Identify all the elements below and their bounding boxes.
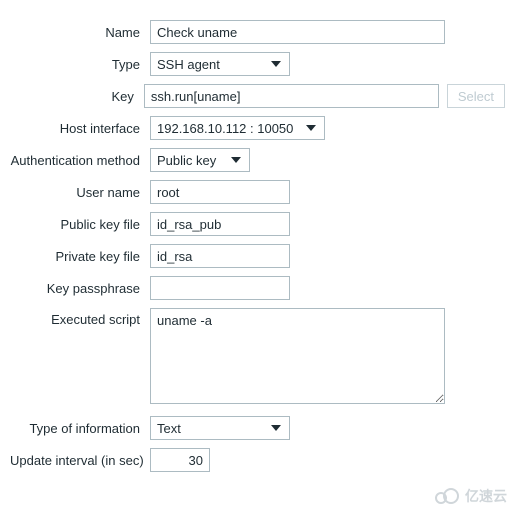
executed-script-label: Executed script <box>10 308 150 327</box>
name-input[interactable] <box>150 20 445 44</box>
pub-key-file-label: Public key file <box>10 217 150 232</box>
user-name-input[interactable] <box>150 180 290 204</box>
update-interval-input[interactable] <box>150 448 210 472</box>
select-button[interactable]: Select <box>447 84 505 108</box>
update-interval-label: Update interval (in sec) <box>10 453 150 468</box>
auth-method-label: Authentication method <box>10 153 150 168</box>
pub-key-file-input[interactable] <box>150 212 290 236</box>
user-name-label: User name <box>10 185 150 200</box>
host-interface-select[interactable]: 192.168.10.112 : 10050 <box>150 116 325 140</box>
key-passphrase-label: Key passphrase <box>10 281 150 296</box>
host-interface-label: Host interface <box>10 121 150 136</box>
type-of-info-label: Type of information <box>10 421 150 436</box>
cloud-icon <box>433 487 461 505</box>
key-passphrase-input[interactable] <box>150 276 290 300</box>
priv-key-file-input[interactable] <box>150 244 290 268</box>
key-input[interactable] <box>144 84 439 108</box>
type-of-info-select[interactable]: Text <box>150 416 290 440</box>
auth-method-select[interactable]: Public key <box>150 148 250 172</box>
name-label: Name <box>10 25 150 40</box>
executed-script-textarea[interactable] <box>150 308 445 404</box>
type-label: Type <box>10 57 150 72</box>
watermark: 亿速云 <box>433 486 507 506</box>
type-select[interactable]: SSH agent <box>150 52 290 76</box>
key-label: Key <box>10 89 144 104</box>
priv-key-file-label: Private key file <box>10 249 150 264</box>
